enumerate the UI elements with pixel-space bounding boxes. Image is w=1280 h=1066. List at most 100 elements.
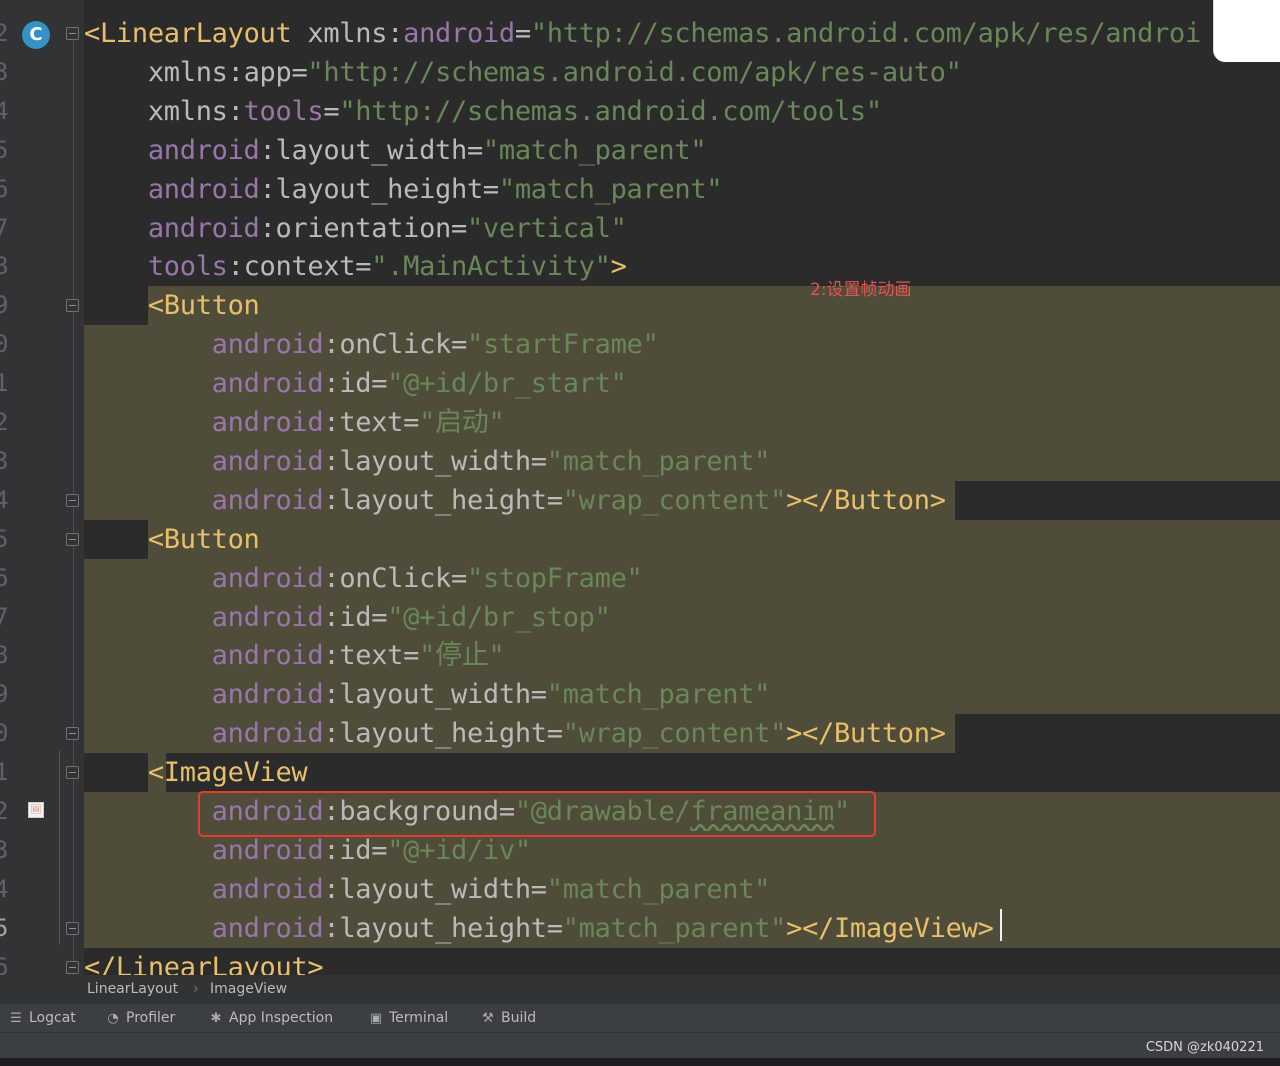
fold-toggle-icon[interactable] bbox=[66, 27, 79, 40]
code-line[interactable]: 3 xmlns:app="http://schemas.android.com/… bbox=[0, 53, 1280, 92]
breadcrumb-item-linearlayout[interactable]: LinearLayout bbox=[87, 975, 178, 1004]
code-line[interactable]: 6 </LinearLayout> bbox=[0, 948, 1280, 975]
code-line[interactable]: 7 android:id="@+id/br_stop" bbox=[0, 597, 1280, 637]
code-token: <ImageView bbox=[147, 757, 308, 789]
breadcrumb-item-imageview[interactable]: ImageView bbox=[210, 975, 287, 1004]
code-token: xmlns bbox=[147, 56, 228, 88]
line-number: 2 bbox=[0, 408, 9, 436]
code-token: = bbox=[530, 873, 547, 905]
fold-toggle-icon[interactable] bbox=[66, 532, 79, 546]
code-line[interactable]: 0 android:onClick="startFrame" bbox=[0, 325, 1280, 365]
code-token: = bbox=[546, 718, 563, 750]
profiler-icon: ◔ bbox=[107, 1011, 119, 1026]
code-text: tools:context=".MainActivity"> bbox=[84, 247, 627, 286]
breadcrumb: LinearLayout › ImageView bbox=[0, 975, 1280, 1004]
code-text: <ImageView bbox=[84, 753, 308, 792]
line-number: 2 bbox=[0, 19, 9, 47]
code-token: "match_parent" bbox=[546, 445, 771, 477]
code-token: = bbox=[355, 251, 372, 283]
status-bar-bottom-edge bbox=[0, 1058, 1280, 1066]
code-token: android bbox=[147, 212, 260, 244]
code-line[interactable]: 6 android:onClick="stopFrame" bbox=[0, 558, 1280, 598]
code-token: ></ImageView> bbox=[786, 912, 994, 944]
code-text: android:layout_height="wrap_content"></B… bbox=[84, 481, 946, 520]
annotation-text: 2:设置帧动画 bbox=[810, 280, 912, 300]
code-token: "@+id/br_stop" bbox=[387, 601, 611, 633]
code-text: android:layout_height="match_parent"></I… bbox=[84, 909, 994, 948]
code-line[interactable]: 7 android:orientation="vertical" bbox=[0, 209, 1280, 248]
code-token: "match_parent" bbox=[562, 912, 787, 944]
code-token: = bbox=[546, 912, 563, 944]
code-line[interactable]: 4 android:layout_height="wrap_content"><… bbox=[0, 480, 1280, 520]
tool-window-app-inspection[interactable]: ✱ App Inspection bbox=[208, 1004, 334, 1032]
code-token: android bbox=[211, 873, 324, 905]
line-number: 9 bbox=[0, 680, 9, 709]
code-line[interactable]: 0 android:layout_height="wrap_content"><… bbox=[0, 714, 1280, 754]
fold-toggle-icon[interactable] bbox=[66, 766, 79, 780]
fold-toggle-icon[interactable] bbox=[66, 921, 79, 935]
code-token: = bbox=[530, 679, 547, 711]
code-token: app bbox=[243, 56, 292, 88]
code-line[interactable]: 4 android:layout_width="match_parent" bbox=[0, 869, 1280, 909]
code-line[interactable]: 2 android:text="启动" bbox=[0, 403, 1280, 442]
code-token: "启动" bbox=[419, 407, 505, 438]
code-token: android bbox=[211, 912, 324, 944]
code-token: :layout_height bbox=[323, 912, 547, 944]
line-number: 5 bbox=[0, 524, 9, 553]
code-token: = bbox=[451, 562, 467, 594]
code-token: ".MainActivity" bbox=[371, 251, 611, 283]
code-line[interactable]: 1 <ImageView bbox=[0, 753, 1280, 793]
code-token: :onClick bbox=[323, 562, 452, 594]
code-token: = bbox=[482, 173, 499, 205]
code-token: : bbox=[387, 18, 404, 49]
line-number: 6 bbox=[0, 174, 9, 203]
code-line[interactable]: 8 tools:context=".MainActivity"> bbox=[0, 247, 1280, 286]
code-line[interactable]: 9 android:layout_width="match_parent" bbox=[0, 675, 1280, 715]
code-token: "match_parent" bbox=[482, 134, 707, 166]
code-line[interactable]: 2 <LinearLayout xmlns:android="http://sch… bbox=[0, 14, 1280, 53]
fold-toggle-icon[interactable] bbox=[66, 960, 79, 974]
tool-window-build[interactable]: ⚒ Build bbox=[480, 1004, 536, 1032]
tool-window-logcat[interactable]: ☰ Logcat bbox=[8, 1004, 76, 1032]
code-line[interactable]: 9 <Button bbox=[0, 286, 1280, 326]
code-text: <Button bbox=[84, 520, 260, 559]
line-number: 8 bbox=[0, 252, 9, 281]
code-line[interactable]: 3 android:layout_width="match_parent" bbox=[0, 441, 1280, 481]
code-token: tools bbox=[147, 251, 228, 283]
code-line[interactable]: 5 android:layout_height="match_parent"><… bbox=[0, 908, 1280, 948]
code-token: xmlns bbox=[307, 18, 388, 49]
code-token: android bbox=[211, 445, 324, 477]
code-line[interactable]: 6 android:layout_height="match_parent" bbox=[0, 170, 1280, 209]
line-number: 5 bbox=[0, 913, 9, 942]
line-number: 3 bbox=[0, 835, 9, 864]
class-gutter-icon[interactable]: C bbox=[22, 21, 50, 49]
code-token: <Button bbox=[147, 523, 260, 555]
code-line[interactable]: 5 android:layout_width="match_parent" bbox=[0, 131, 1280, 170]
code-text: android:layout_width="match_parent" bbox=[84, 131, 707, 170]
code-token: ></Button> bbox=[786, 484, 946, 516]
code-line[interactable]: 8 android:text="停止" bbox=[0, 636, 1280, 676]
code-token: = bbox=[466, 134, 483, 166]
code-token: = bbox=[291, 56, 308, 88]
line-number: 6 bbox=[0, 563, 9, 592]
code-token: "停止" bbox=[419, 640, 505, 672]
image-gutter-icon[interactable]: 🖼 bbox=[28, 802, 44, 818]
tool-window-terminal[interactable]: ▣ Terminal bbox=[368, 1004, 448, 1032]
code-line[interactable]: 1 android:id="@+id/br_start" bbox=[0, 364, 1280, 404]
code-token: :layout_width bbox=[323, 679, 531, 711]
logcat-icon: ☰ bbox=[10, 1011, 22, 1026]
line-number: 3 bbox=[0, 446, 9, 475]
code-token: = bbox=[451, 329, 467, 361]
code-line[interactable]: 5 <Button bbox=[0, 519, 1280, 559]
tool-window-profiler[interactable]: ◔ Profiler bbox=[105, 1004, 175, 1032]
code-line[interactable]: 4 xmlns:tools="http://schemas.android.co… bbox=[0, 92, 1280, 131]
fold-toggle-icon[interactable] bbox=[66, 493, 79, 507]
code-token: android bbox=[211, 368, 324, 400]
fold-toggle-icon[interactable] bbox=[66, 299, 79, 313]
fold-toggle-icon[interactable] bbox=[66, 727, 79, 741]
